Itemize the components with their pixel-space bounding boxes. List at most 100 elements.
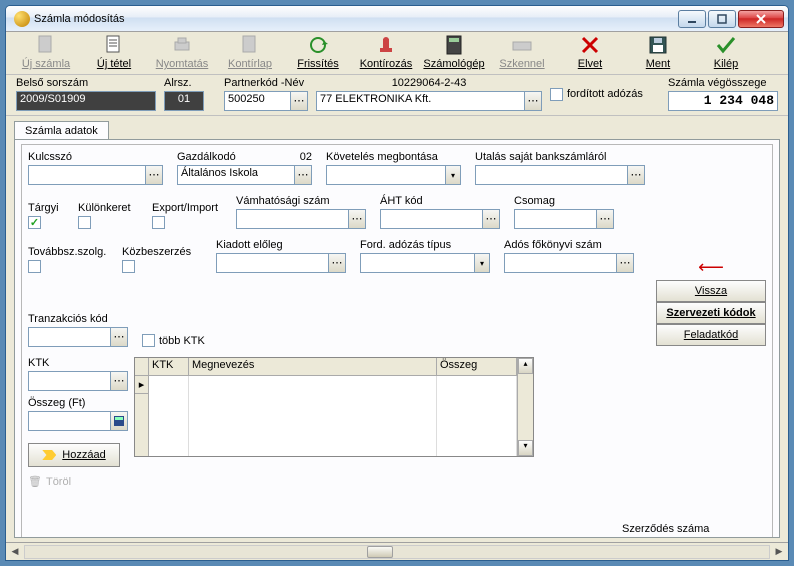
app-icon <box>14 11 30 27</box>
expimp-label: Export/Import <box>152 202 222 214</box>
tab-szamla-adatok[interactable]: Számla adatok <box>14 121 109 140</box>
grid-row-pointer: ▸ <box>135 376 148 394</box>
feladatkod-button[interactable]: Feladatkód <box>656 324 766 346</box>
check-icon <box>715 34 737 56</box>
back-arrow-icon: ⟵ <box>698 257 724 278</box>
toolbar-new-item[interactable]: Új tétel <box>80 34 148 70</box>
szerzodes-label: Szerződés száma <box>622 523 762 535</box>
ktk-label: KTK <box>28 357 128 369</box>
lookup-button[interactable] <box>290 91 308 111</box>
grid-col-osszeg[interactable]: Összeg <box>437 358 517 376</box>
kiadott-input[interactable] <box>216 253 346 273</box>
kozbesz-label: Közbeszerzés <box>122 246 202 258</box>
targyi-checkbox[interactable] <box>28 216 41 229</box>
alrsz-label: Alrsz. <box>164 77 204 89</box>
ktk-grid[interactable]: ▸ KTK Megnevezés Összeg ▴▾ <box>134 357 534 457</box>
kulonkeret-checkbox[interactable] <box>78 216 91 229</box>
vegosszeg-label: Számla végösszege <box>668 77 778 89</box>
x-icon <box>579 34 601 56</box>
gazdalkodo-input[interactable]: Általános Iskola <box>177 165 312 185</box>
vamhat-label: Vámhatósági szám <box>236 195 366 207</box>
doc-lines-icon <box>103 34 125 56</box>
window-controls <box>678 10 784 28</box>
osszegft-input[interactable] <box>28 411 128 431</box>
calc-popup-icon[interactable] <box>110 411 128 431</box>
scanner-icon <box>511 34 533 56</box>
gazdalkodo-code: 02 <box>300 151 312 163</box>
vegosszeg-field: 1 234 048 <box>668 91 778 111</box>
belso-sorszam-label: Belső sorszám <box>16 77 156 89</box>
kulcsszo-label: Kulcsszó <box>28 151 163 163</box>
toolbar-calculator[interactable]: Számológép <box>420 34 488 70</box>
fordado-label: Ford. adózás típus <box>360 239 490 251</box>
aht-input[interactable] <box>380 209 500 229</box>
tovabb-checkbox[interactable] <box>28 260 41 273</box>
torol-button-disabled: 🗑Töröl <box>28 475 128 488</box>
partnerkod-label: Partnerkód -Név <box>224 77 308 89</box>
ktk-input[interactable] <box>28 371 128 391</box>
kulcsszo-input[interactable] <box>28 165 163 185</box>
toolbar-save[interactable]: Ment <box>624 34 692 70</box>
save-icon <box>647 34 669 56</box>
grid-scrollbar[interactable]: ▴▾ <box>517 358 533 456</box>
calc-icon <box>443 34 465 56</box>
toolbar-accounting-sheet[interactable]: Kontírlap <box>216 34 284 70</box>
stamp-icon <box>375 34 397 56</box>
utalas-input[interactable] <box>475 165 645 185</box>
vamhat-input[interactable] <box>236 209 366 229</box>
app-window: Számla módosítás Új számla Új tétel Nyom… <box>5 5 789 561</box>
taxid-label: 10229064-2-43 <box>316 77 542 89</box>
titlebar: Számla módosítás <box>6 6 788 32</box>
kulonkeret-label: Különkeret <box>78 202 138 214</box>
toolbar-scan[interactable]: Szkennel <box>488 34 556 70</box>
csomag-input[interactable] <box>514 209 614 229</box>
tranzakcio-label: Tranzakciós kód <box>28 313 128 325</box>
grid-col-megnevezes[interactable]: Megnevezés <box>189 358 437 376</box>
toolbar-new-invoice[interactable]: Új számla <box>12 34 80 70</box>
partner-name-lookup[interactable]: 77 ELEKTRONIKA Kft. <box>316 91 542 111</box>
refresh-icon <box>307 34 329 56</box>
toolbar-print[interactable]: Nyomtatás <box>148 34 216 70</box>
minimize-button[interactable] <box>678 10 706 28</box>
maximize-button[interactable] <box>708 10 736 28</box>
csomag-label: Csomag <box>514 195 614 207</box>
tab-content: Kulcsszó Gazdálkodó02 Általános Iskola K… <box>14 139 780 538</box>
forditott-adozas-checkbox[interactable] <box>550 88 563 101</box>
back-button[interactable]: Vissza <box>656 280 766 302</box>
targyi-label: Tárgyi <box>28 202 64 214</box>
forditott-adozas-label: fordított adózás <box>567 88 643 100</box>
sheet-icon <box>239 34 261 56</box>
szerzodes-input[interactable] <box>622 537 762 538</box>
hozzaad-button[interactable]: Hozzáad <box>28 443 120 467</box>
tranzakcio-input[interactable] <box>28 327 128 347</box>
szervezeti-kodok-button[interactable]: Szervezeti kódok <box>656 302 766 324</box>
koveteles-combo[interactable] <box>326 165 461 185</box>
toolbar: Új számla Új tétel Nyomtatás Kontírlap F… <box>6 32 788 75</box>
partnerkod-lookup[interactable]: 500250 <box>224 91 308 111</box>
toolbar-refresh[interactable]: Frissítés <box>284 34 352 70</box>
kozbesz-checkbox[interactable] <box>122 260 135 273</box>
tobbktk-checkbox[interactable] <box>142 334 155 347</box>
close-button[interactable] <box>738 10 784 28</box>
toolbar-posting[interactable]: Kontírozás <box>352 34 420 70</box>
pointer-icon <box>42 450 56 460</box>
header-row: Belső sorszám 2009/S01909 Alrsz. 01 Part… <box>6 75 788 116</box>
side-buttons: ⟵ Vissza Szervezeti kódok Feladatkód <box>656 257 766 346</box>
fordado-combo[interactable] <box>360 253 490 273</box>
osszegft-label: Összeg (Ft) <box>28 397 128 409</box>
horizontal-scrollbar[interactable]: ◀ ▶ <box>6 542 788 560</box>
printer-icon <box>171 34 193 56</box>
adosfokonyv-label: Adós főkönyvi szám <box>504 239 634 251</box>
grid-col-ktk[interactable]: KTK <box>149 358 189 376</box>
belso-sorszam-field: 2009/S01909 <box>16 91 156 111</box>
koveteles-label: Követelés megbontása <box>326 151 461 163</box>
toolbar-discard[interactable]: Elvet <box>556 34 624 70</box>
window-title: Számla módosítás <box>34 13 678 25</box>
tobbktk-label: több KTK <box>159 335 205 347</box>
tab-strip: Számla adatok <box>6 116 788 139</box>
adosfokonyv-input[interactable] <box>504 253 634 273</box>
expimp-checkbox[interactable] <box>152 216 165 229</box>
alrsz-field: 01 <box>164 91 204 111</box>
toolbar-exit[interactable]: Kilép <box>692 34 760 70</box>
lookup-button[interactable] <box>524 91 542 111</box>
